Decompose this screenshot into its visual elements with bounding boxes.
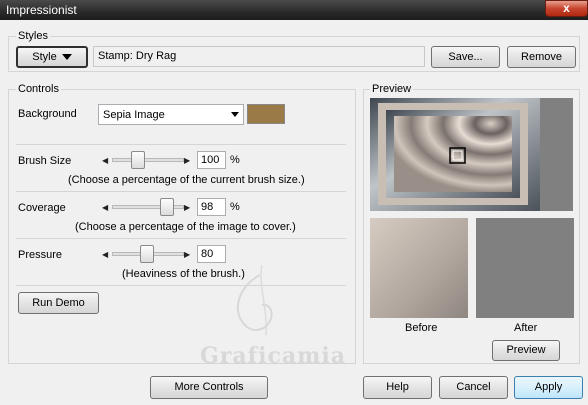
preview-main-image bbox=[370, 98, 573, 211]
window-title: Impressionist bbox=[6, 3, 77, 17]
preview-group-label: Preview bbox=[370, 83, 414, 95]
run-demo-button[interactable]: Run Demo bbox=[18, 292, 99, 314]
pressure-label: Pressure bbox=[18, 249, 63, 261]
divider bbox=[16, 191, 346, 192]
coverage-label: Coverage bbox=[18, 202, 66, 214]
after-label: After bbox=[514, 322, 538, 334]
more-controls-label: More Controls bbox=[174, 381, 244, 393]
help-label: Help bbox=[386, 381, 409, 393]
coverage-hint: (Choose a percentage of the image to cov… bbox=[75, 221, 296, 233]
coverage-unit: % bbox=[230, 201, 240, 213]
title-bar: Impressionist bbox=[0, 0, 588, 20]
after-thumbnail bbox=[476, 218, 574, 318]
style-button-label: Style bbox=[32, 51, 57, 63]
brush-size-increase-icon[interactable]: ▶ bbox=[184, 156, 190, 165]
remove-style-label: Remove bbox=[521, 51, 562, 63]
before-thumbnail bbox=[370, 218, 468, 318]
remove-style-button[interactable]: Remove bbox=[507, 46, 576, 68]
style-menu-button[interactable]: Style bbox=[16, 46, 88, 68]
cancel-button[interactable]: Cancel bbox=[439, 376, 508, 399]
coverage-decrease-icon[interactable]: ◀ bbox=[102, 203, 108, 212]
apply-label: Apply bbox=[534, 381, 563, 393]
brush-size-slider[interactable] bbox=[112, 158, 184, 162]
brush-size-slider-thumb[interactable] bbox=[131, 151, 146, 169]
select-chevron-down-icon[interactable] bbox=[231, 112, 239, 117]
brush-size-label: Brush Size bbox=[18, 155, 72, 167]
more-controls-button[interactable]: More Controls bbox=[150, 376, 268, 399]
save-style-label: Save... bbox=[448, 51, 483, 63]
current-style-field: Stamp: Dry Rag bbox=[93, 46, 425, 67]
divider bbox=[16, 238, 346, 239]
brush-size-unit: % bbox=[230, 154, 240, 166]
current-style-value: Stamp: Dry Rag bbox=[98, 50, 177, 62]
brush-size-value: 100 bbox=[201, 154, 220, 166]
preview-button-label: Preview bbox=[506, 344, 546, 356]
controls-group-label: Controls bbox=[16, 83, 61, 95]
close-button[interactable]: x bbox=[545, 0, 588, 17]
coverage-value: 98 bbox=[201, 201, 214, 213]
coverage-increase-icon[interactable]: ▶ bbox=[184, 203, 190, 212]
help-button[interactable]: Help bbox=[363, 376, 432, 399]
dropdown-triangle-icon bbox=[61, 54, 72, 61]
styles-group-label: Styles bbox=[16, 30, 50, 42]
background-label: Background bbox=[18, 108, 77, 120]
background-color-swatch[interactable] bbox=[247, 104, 285, 124]
run-demo-label: Run Demo bbox=[32, 297, 85, 309]
background-select[interactable]: Sepia Image bbox=[98, 104, 244, 125]
brush-size-input[interactable]: 100 bbox=[197, 151, 226, 169]
watermark-text: Graficamia bbox=[200, 343, 346, 369]
close-icon[interactable]: x bbox=[546, 1, 587, 16]
pressure-decrease-icon[interactable]: ◀ bbox=[102, 250, 108, 259]
brush-size-hint: (Choose a percentage of the current brus… bbox=[68, 174, 305, 186]
brush-size-decrease-icon[interactable]: ◀ bbox=[102, 156, 108, 165]
coverage-input[interactable]: 98 bbox=[197, 198, 226, 216]
background-select-value: Sepia Image bbox=[103, 109, 165, 121]
save-style-button[interactable]: Save... bbox=[431, 46, 500, 68]
divider bbox=[16, 144, 346, 145]
before-label: Before bbox=[405, 322, 438, 334]
coverage-slider-thumb[interactable] bbox=[159, 198, 174, 216]
apply-button[interactable]: Apply bbox=[514, 376, 583, 399]
preview-button[interactable]: Preview bbox=[492, 340, 560, 361]
preview-main-canvas bbox=[370, 98, 540, 211]
pressure-slider-thumb[interactable] bbox=[139, 245, 154, 263]
cancel-label: Cancel bbox=[456, 381, 491, 393]
